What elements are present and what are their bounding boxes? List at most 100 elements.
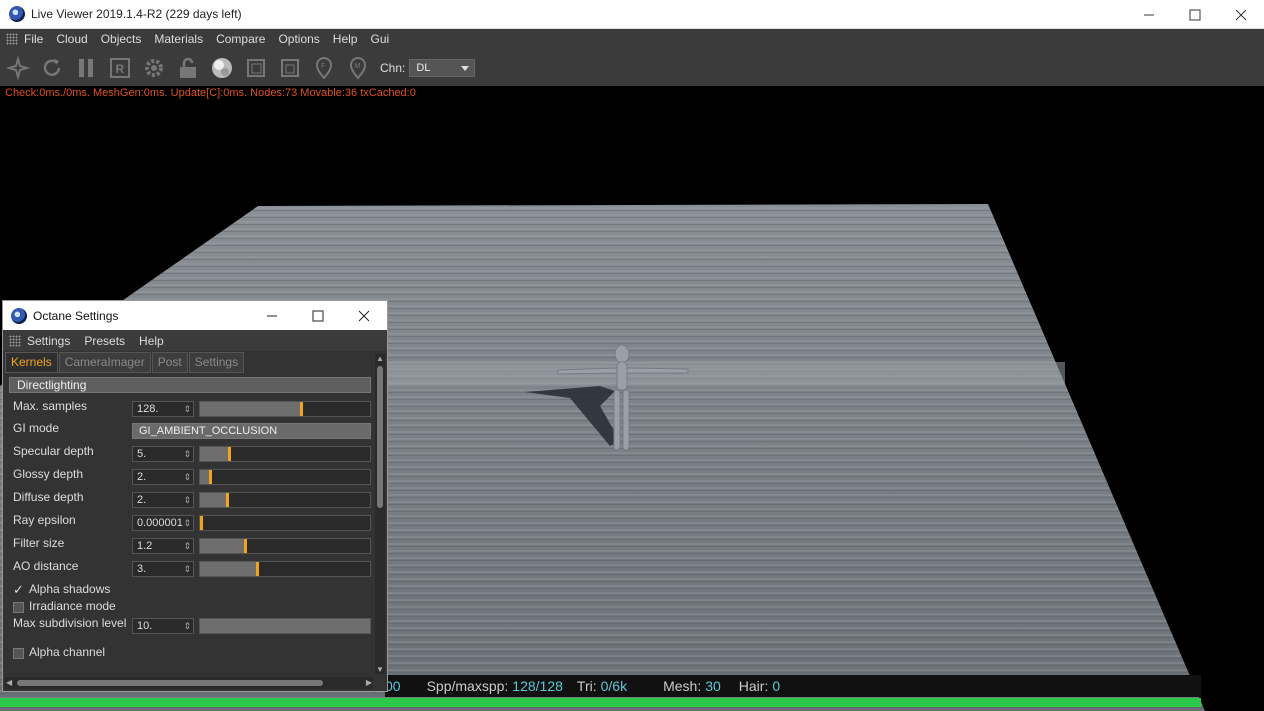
slider-fill: [200, 447, 229, 461]
tri-label: Tri:: [576, 678, 597, 694]
menu-compare[interactable]: Compare: [216, 32, 265, 46]
scroll-down-icon[interactable]: ▼: [376, 665, 384, 674]
spp-label: Spp/maxspp:: [426, 678, 509, 694]
alpha-shadows-label: Alpha shadows: [29, 582, 111, 596]
close-icon: [1235, 9, 1247, 20]
channel-select[interactable]: DL: [409, 58, 476, 77]
menu-gui[interactable]: Gui: [370, 32, 389, 46]
menu-file[interactable]: File: [24, 32, 43, 46]
tab-cameraimager[interactable]: CameraImager: [58, 352, 151, 373]
slider-knob[interactable]: [227, 447, 231, 461]
ao-distance-slider[interactable]: [199, 561, 371, 577]
octane-menubar: Settings Presets Help: [3, 330, 387, 351]
menu-options[interactable]: Options: [278, 32, 319, 46]
param-max-subdivision: Max subdivision level 10.: [7, 616, 373, 636]
max-subdivision-field[interactable]: 10.: [132, 618, 194, 634]
region-render-icon[interactable]: R: [106, 54, 134, 82]
slider-knob[interactable]: [225, 493, 229, 507]
irradiance-mode-checkbox[interactable]: [13, 602, 24, 613]
octane-close-button[interactable]: [341, 301, 387, 330]
menu-cloud[interactable]: Cloud: [56, 32, 87, 46]
ray-epsilon-field[interactable]: 0.000001: [132, 515, 194, 531]
param-diffuse-depth: Diffuse depth 2.: [7, 490, 373, 510]
octane-menu-settings[interactable]: Settings: [27, 334, 70, 348]
tab-post[interactable]: Post: [151, 352, 188, 373]
param-specular-depth: Specular depth 5.: [7, 444, 373, 464]
menu-materials[interactable]: Materials: [154, 32, 203, 46]
slider-knob[interactable]: [299, 402, 303, 416]
octane-tabs: Kernels CameraImager Post Settings: [5, 352, 245, 373]
menu-grip-icon[interactable]: [6, 33, 18, 45]
octane-maximize-button[interactable]: [295, 301, 341, 330]
minimize-button[interactable]: [1126, 0, 1172, 29]
param-label: GI mode: [13, 421, 60, 435]
param-label: Max. samples: [13, 399, 88, 413]
slider-fill: [200, 562, 258, 576]
octane-menu-help[interactable]: Help: [139, 334, 164, 348]
slider-knob[interactable]: [256, 562, 260, 576]
send-scene-icon[interactable]: [4, 54, 32, 82]
window-title: Live Viewer 2019.1.4-R2 (229 days left): [31, 7, 242, 21]
restart-icon[interactable]: [38, 54, 66, 82]
octane-minimize-button[interactable]: [249, 301, 295, 330]
menu-grip-icon[interactable]: [9, 334, 21, 347]
tab-settings[interactable]: Settings: [188, 352, 245, 373]
material-ball-icon[interactable]: [208, 54, 236, 82]
glossy-depth-slider[interactable]: [199, 469, 371, 485]
max-subdivision-slider[interactable]: [199, 618, 371, 634]
octane-menu-presets[interactable]: Presets: [84, 334, 125, 348]
specular-depth-slider[interactable]: [199, 446, 371, 462]
pick-focus-icon[interactable]: F: [310, 54, 338, 82]
filter-size-slider[interactable]: [199, 538, 371, 554]
pick-material-icon[interactable]: M: [344, 54, 372, 82]
slider-fill: [200, 539, 246, 553]
ray-epsilon-slider[interactable]: [199, 515, 371, 531]
scrollbar-thumb[interactable]: [377, 366, 383, 508]
maximize-button[interactable]: [1172, 0, 1218, 29]
settings-gear-icon[interactable]: [140, 54, 168, 82]
glossy-depth-field[interactable]: 2.: [132, 469, 194, 485]
menu-objects[interactable]: Objects: [101, 32, 142, 46]
lock-icon[interactable]: [174, 54, 202, 82]
pause-icon[interactable]: [72, 54, 100, 82]
alpha-shadows-checkbox[interactable]: ✓: [13, 583, 24, 596]
mesh-value: 30: [705, 678, 721, 694]
diffuse-depth-field[interactable]: 2.: [132, 492, 194, 508]
scroll-up-icon[interactable]: ▲: [376, 354, 384, 363]
svg-text:F: F: [321, 63, 325, 70]
cinema4d-app-icon: [11, 307, 27, 324]
tab-kernels[interactable]: Kernels: [5, 352, 58, 373]
param-label: Filter size: [13, 536, 65, 550]
alpha-channel-checkbox[interactable]: [13, 648, 24, 659]
scrollbar-thumb[interactable]: [17, 680, 323, 686]
scroll-right-icon[interactable]: ▶: [366, 678, 372, 687]
filter-size-field[interactable]: 1.2: [132, 538, 194, 554]
main-menubar: File Cloud Objects Materials Compare Opt…: [0, 29, 1264, 49]
param-filter-size: Filter size 1.2: [7, 536, 373, 556]
max-samples-field[interactable]: 128.: [132, 401, 194, 417]
film-region-icon[interactable]: [242, 54, 270, 82]
hair-label: Hair:: [738, 678, 769, 694]
diffuse-depth-slider[interactable]: [199, 492, 371, 508]
gi-mode-select[interactable]: GI_AMBIENT_OCCLUSION: [132, 423, 371, 439]
slider-fill: [200, 402, 301, 416]
specular-depth-field[interactable]: 5.: [132, 446, 194, 462]
kernel-type-header[interactable]: Directlighting: [9, 377, 371, 393]
slider-knob[interactable]: [200, 516, 203, 530]
kernels-panel: Directlighting Max. samples 128. GI mode…: [7, 374, 373, 662]
svg-text:M: M: [355, 63, 361, 70]
clay-mode-icon[interactable]: [276, 54, 304, 82]
ao-distance-field[interactable]: 3.: [132, 561, 194, 577]
close-button[interactable]: [1218, 0, 1264, 29]
octane-window-title: Octane Settings: [33, 308, 119, 323]
render-stats-text: Check:0ms./0ms. MeshGen:0ms. Update[C]:0…: [5, 87, 416, 99]
horizontal-scrollbar[interactable]: ◀ ▶: [5, 677, 373, 689]
max-samples-slider[interactable]: [199, 401, 371, 417]
alpha-channel-label: Alpha channel: [29, 645, 106, 659]
scroll-left-icon[interactable]: ◀: [6, 678, 12, 687]
cinema4d-app-icon: [9, 6, 25, 22]
menu-help[interactable]: Help: [333, 32, 358, 46]
slider-knob[interactable]: [209, 470, 213, 484]
slider-knob[interactable]: [244, 539, 248, 553]
vertical-scrollbar[interactable]: ▲ ▼: [375, 354, 385, 674]
